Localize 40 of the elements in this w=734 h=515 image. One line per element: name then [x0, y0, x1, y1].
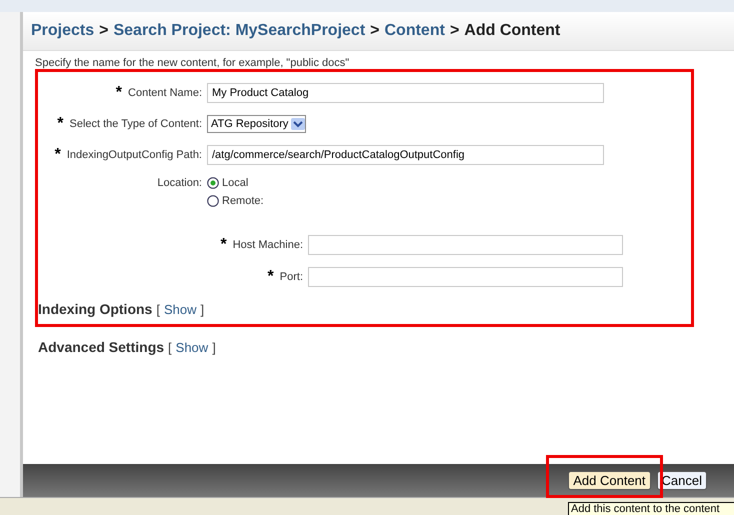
input-field[interactable]: My Product Catalog	[207, 83, 604, 103]
section-title: Indexing Options	[38, 301, 152, 317]
breadcrumb-separator: >	[370, 22, 380, 40]
show-link[interactable]: Show	[176, 340, 208, 355]
bracket: ]	[200, 302, 204, 317]
input-field[interactable]: /atg/commerce/search/ProductCatalogOutputConfig	[207, 145, 604, 165]
type-dropdown[interactable]: ATG Repository	[207, 115, 306, 133]
required-mark: *	[54, 147, 61, 163]
add-content-button[interactable]: Add Content	[568, 471, 651, 490]
required-mark: *	[220, 237, 227, 253]
bracket: [	[168, 340, 172, 355]
breadcrumb-link[interactable]: Search Project: MySearchProject	[113, 22, 366, 40]
field-label: Content Name:	[128, 87, 202, 99]
breadcrumb-link[interactable]: Projects	[31, 22, 94, 40]
breadcrumb-link[interactable]: Content	[384, 22, 445, 40]
input-field[interactable]	[308, 267, 623, 287]
field-label: IndexingOutputConfig Path:	[66, 149, 202, 161]
required-mark: *	[116, 85, 122, 101]
show-link[interactable]: Show	[164, 302, 196, 317]
radio-button[interactable]	[207, 195, 219, 207]
field-label: Port:	[280, 271, 303, 283]
radio-button[interactable]	[207, 177, 219, 189]
caret-icon	[291, 118, 306, 130]
field-label: Location:	[157, 177, 202, 189]
field-label: Select the Type of Content:	[70, 118, 202, 130]
radio-label: Local	[222, 177, 248, 189]
tooltip: Add this content to the content	[568, 502, 734, 515]
input-field[interactable]	[308, 235, 623, 255]
instructions: Specify the name for the new content, for example, "public docs"	[35, 57, 350, 69]
radio-label: Remote:	[222, 195, 264, 207]
cancel-button[interactable]: Cancel	[656, 471, 707, 490]
section-title: Advanced Settings	[38, 339, 164, 355]
required-mark: *	[57, 116, 64, 132]
page-title: Add Content	[464, 22, 560, 40]
required-mark: *	[268, 269, 274, 285]
bracket: [	[156, 302, 160, 317]
bracket: ]	[212, 340, 216, 355]
breadcrumb-separator: >	[450, 22, 460, 40]
field-label: Host Machine:	[232, 239, 303, 251]
breadcrumb-separator: >	[99, 22, 108, 40]
